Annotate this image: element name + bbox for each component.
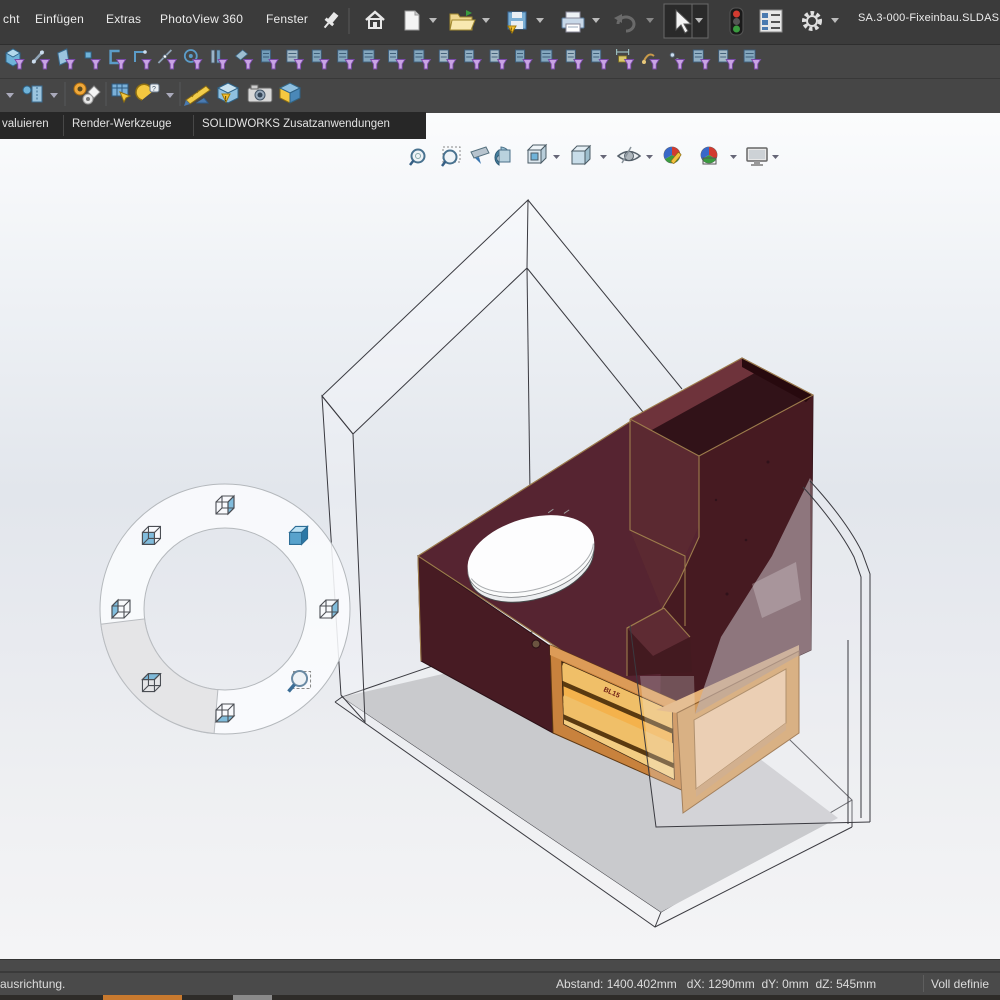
svg-text:?: ? xyxy=(152,86,156,93)
svg-text:!: ! xyxy=(510,28,512,34)
svg-text:!: ! xyxy=(225,96,227,103)
